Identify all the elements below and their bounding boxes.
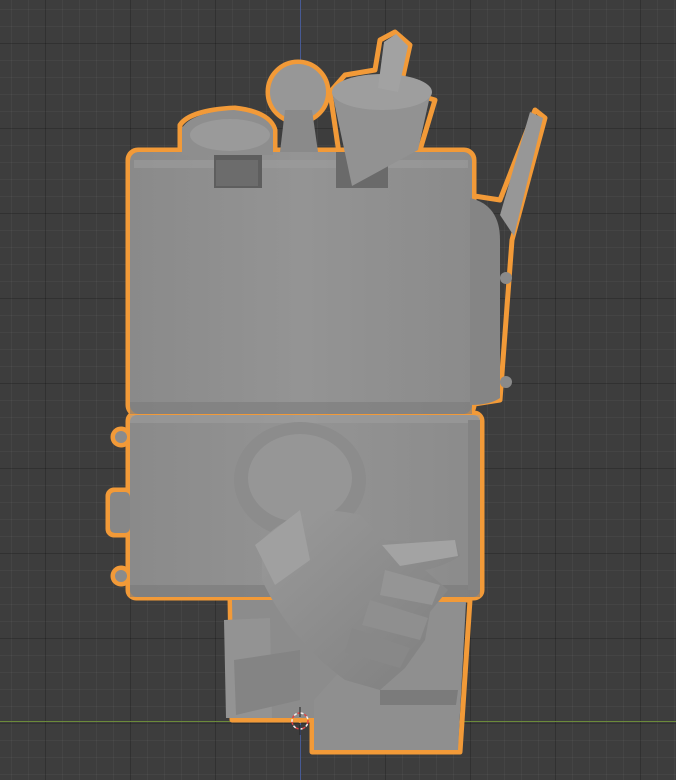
upper-box — [130, 152, 472, 414]
3d-viewport[interactable] — [0, 0, 676, 780]
selected-mesh-object[interactable] — [0, 0, 676, 780]
side-attachment — [470, 112, 543, 405]
